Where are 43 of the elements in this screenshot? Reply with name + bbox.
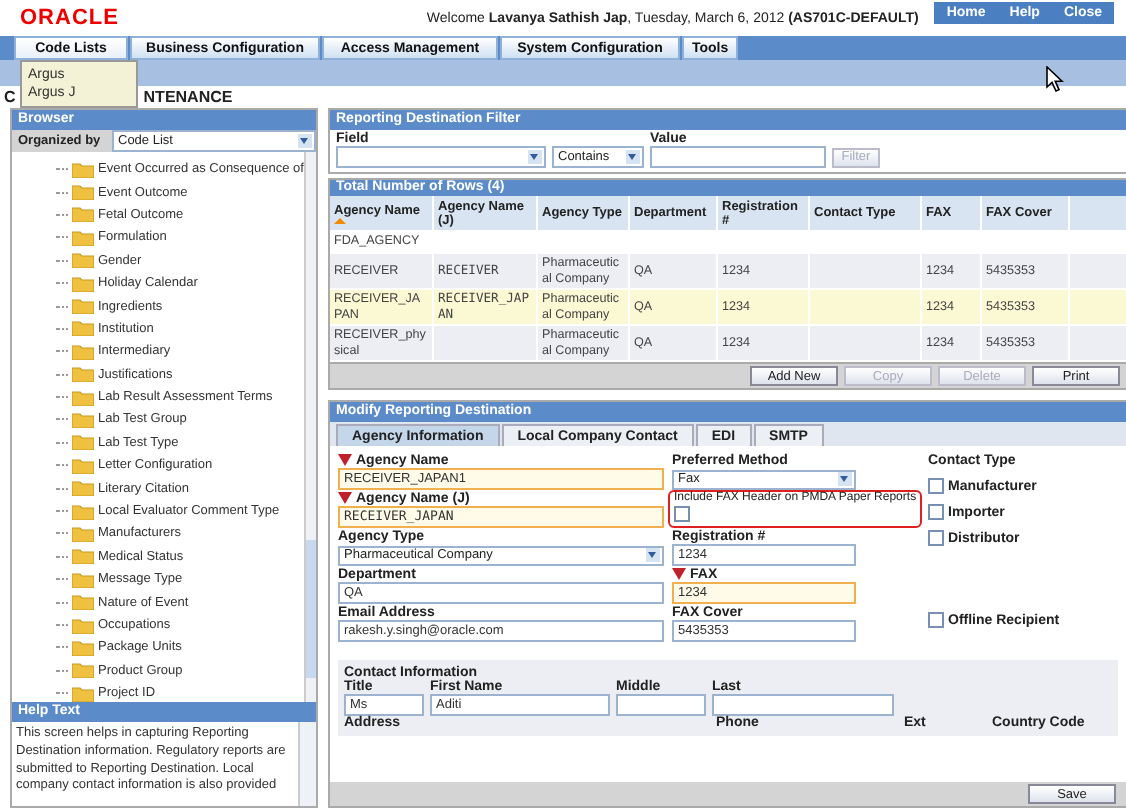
folder-icon bbox=[72, 389, 94, 406]
folder-icon bbox=[72, 503, 94, 520]
folder-icon bbox=[72, 252, 94, 269]
folder-icon bbox=[72, 184, 94, 201]
caret-icon bbox=[528, 150, 542, 164]
scrollbar[interactable] bbox=[298, 722, 316, 806]
folder-icon bbox=[72, 343, 94, 360]
caret-icon bbox=[298, 134, 312, 148]
page-title: NTENANCE bbox=[143, 88, 233, 106]
checkbox[interactable] bbox=[674, 506, 690, 522]
mouse-cursor-icon bbox=[1046, 66, 1064, 92]
input-field[interactable] bbox=[616, 694, 706, 716]
value-input[interactable] bbox=[650, 146, 826, 168]
caret-icon bbox=[838, 472, 852, 487]
folder-icon bbox=[72, 298, 94, 315]
folder-icon bbox=[72, 457, 94, 474]
scrollbar[interactable] bbox=[303, 152, 316, 702]
folder-icon bbox=[72, 662, 94, 679]
oracle-logo: ORACLE bbox=[20, 6, 119, 30]
folder-icon bbox=[72, 525, 94, 542]
folder-icon bbox=[72, 639, 94, 656]
checkbox[interactable] bbox=[928, 504, 944, 520]
folder-icon bbox=[72, 548, 94, 565]
folder-icon bbox=[72, 206, 94, 223]
input-field[interactable] bbox=[712, 694, 894, 716]
caret-icon bbox=[646, 548, 660, 563]
folder-icon bbox=[72, 229, 94, 246]
folder-icon bbox=[72, 480, 94, 497]
field-select[interactable] bbox=[336, 146, 546, 168]
folder-icon bbox=[72, 594, 94, 611]
checkbox[interactable] bbox=[928, 478, 944, 494]
folder-icon bbox=[72, 571, 94, 588]
caret-icon bbox=[626, 150, 640, 164]
folder-icon bbox=[72, 161, 94, 178]
folder-icon bbox=[72, 411, 94, 428]
checkbox[interactable] bbox=[928, 530, 944, 546]
folder-icon bbox=[72, 275, 94, 292]
folder-icon bbox=[72, 320, 94, 337]
folder-icon bbox=[72, 366, 94, 383]
folder-icon bbox=[72, 617, 94, 633]
page-title: C bbox=[4, 88, 16, 106]
checkbox[interactable] bbox=[928, 612, 944, 628]
folder-icon bbox=[72, 434, 94, 451]
